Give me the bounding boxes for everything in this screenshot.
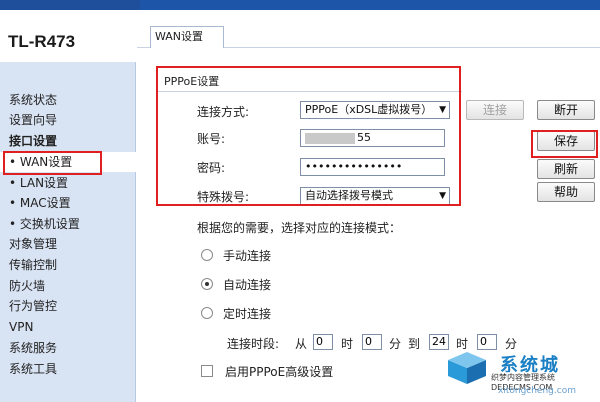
time-period-label: 连接时段:: [227, 337, 280, 351]
sidebar-item-object-management[interactable]: 对象管理: [0, 234, 136, 254]
sidebar-item-vpn[interactable]: VPN: [0, 317, 136, 337]
manual-connect-label: 手动连接: [223, 249, 272, 263]
minute-label-2: 分: [505, 337, 518, 351]
tab-bar: WAN设置: [137, 26, 600, 48]
from-hour-input[interactable]: 0: [313, 334, 333, 350]
sidebar-item-transfer-control[interactable]: 传输控制: [0, 255, 136, 275]
manual-connect-radio[interactable]: [201, 249, 213, 261]
minute-label: 分: [389, 337, 402, 351]
sidebar-item-lan-settings[interactable]: • LAN设置: [0, 173, 136, 193]
auto-connect-label: 自动连接: [223, 278, 272, 292]
connect-button[interactable]: 连接: [466, 100, 524, 120]
sidebar-item-system-services[interactable]: 系统服务: [0, 338, 136, 358]
connection-mode-hint: 根据您的需要，选择对应的连接模式：: [197, 221, 402, 235]
hour-label: 时: [341, 337, 354, 351]
to-label: 到: [408, 337, 421, 351]
from-label: 从: [295, 337, 308, 351]
sidebar-item-setup-wizard[interactable]: 设置向导: [0, 110, 136, 130]
scheduled-connect-label: 定时连接: [223, 307, 272, 321]
help-button[interactable]: 帮助: [537, 182, 595, 202]
watermark-domain: xitongcheng.com: [498, 386, 576, 396]
from-minute-input[interactable]: 0: [362, 334, 382, 350]
header-banner-left: [0, 0, 140, 10]
sidebar-item-system-tools[interactable]: 系统工具: [0, 359, 136, 379]
scheduled-connect-radio[interactable]: [201, 307, 213, 319]
sidebar: 系统状态 设置向导 接口设置 • WAN设置 • LAN设置 • MAC设置 •…: [0, 62, 136, 402]
watermark-logo: [448, 352, 486, 384]
sidebar-item-mac-settings[interactable]: • MAC设置: [0, 193, 136, 213]
sidebar-item-system-status[interactable]: 系统状态: [0, 90, 136, 110]
model-name: TL-R473: [8, 32, 76, 51]
sidebar-item-behavior-control[interactable]: 行为管控: [0, 296, 136, 316]
watermark-subtitle-text: 织梦内容管理系统: [491, 373, 555, 382]
sidebar-item-interface-settings[interactable]: 接口设置: [0, 131, 136, 151]
sidebar-item-firewall[interactable]: 防火墙: [0, 276, 136, 296]
advanced-pppoe-checkbox[interactable]: [201, 365, 213, 377]
sidebar-item-switch-settings[interactable]: • 交换机设置: [0, 214, 136, 234]
pppoe-highlight-box: [156, 66, 461, 206]
refresh-button[interactable]: 刷新: [537, 159, 595, 179]
tab-wan-settings[interactable]: WAN设置: [150, 26, 224, 48]
header-banner: [0, 0, 600, 10]
wan-highlight-box: [3, 151, 102, 175]
auto-connect-radio[interactable]: [201, 278, 213, 290]
save-highlight-box: [531, 130, 598, 158]
advanced-pppoe-label: 启用PPPoE高级设置: [225, 365, 334, 379]
disconnect-button[interactable]: 断开: [537, 100, 595, 120]
